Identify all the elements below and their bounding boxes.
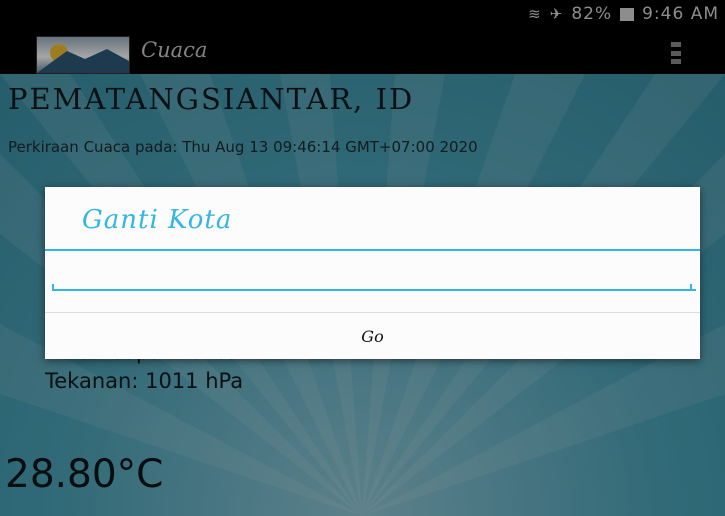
input-underline-right xyxy=(690,284,692,289)
title-divider xyxy=(45,249,700,251)
device-screen: ≋ ✈ 82% 9:46 AM Cuaca PEMATANGSIANTAR, I… xyxy=(0,0,725,516)
input-underline-left xyxy=(52,284,54,289)
dialog-title: Ganti Kota xyxy=(82,205,233,235)
city-input[interactable] xyxy=(52,257,696,291)
go-button[interactable]: Go xyxy=(45,313,700,359)
change-city-dialog: Ganti Kota Go xyxy=(45,187,700,359)
